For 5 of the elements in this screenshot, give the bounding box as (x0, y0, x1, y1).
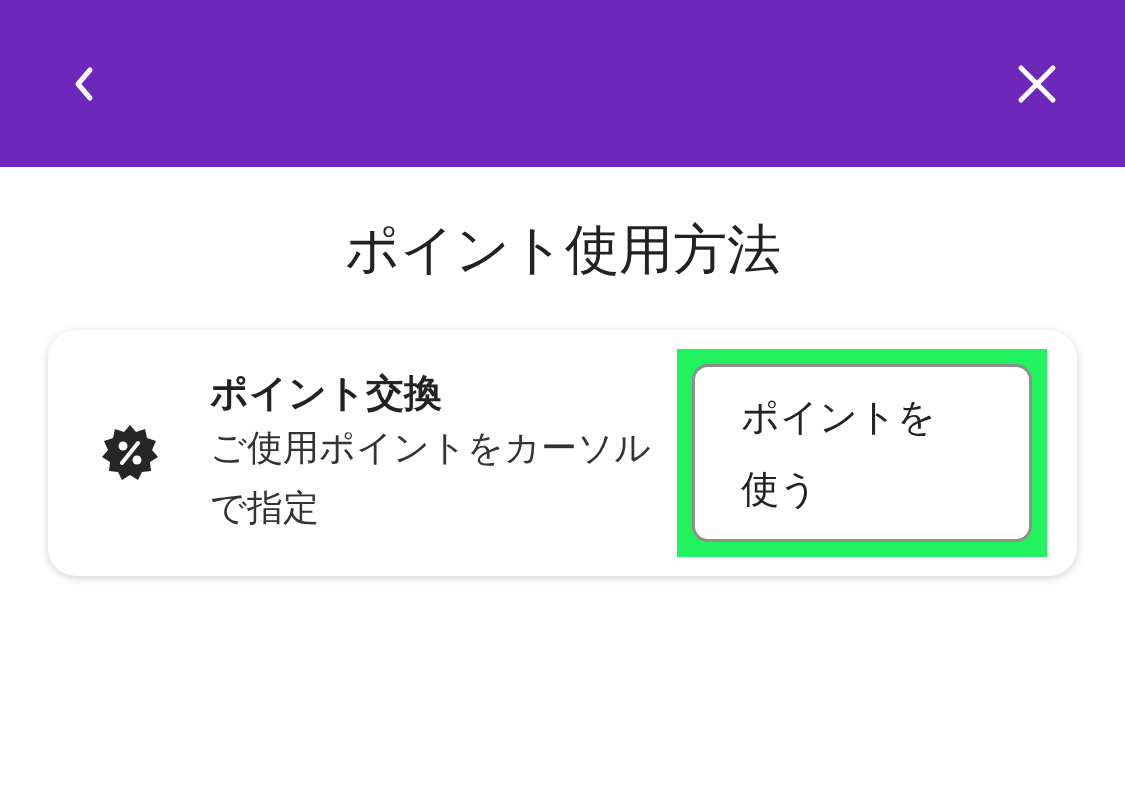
card-description: ご使用ポイントをカーソルで指定 (210, 426, 652, 530)
card-title: ポイント交換 (210, 370, 443, 417)
percent-badge-icon (100, 423, 160, 483)
use-points-button[interactable]: ポイントを使う (692, 364, 1032, 542)
page-title: ポイント使用方法 (344, 217, 781, 283)
